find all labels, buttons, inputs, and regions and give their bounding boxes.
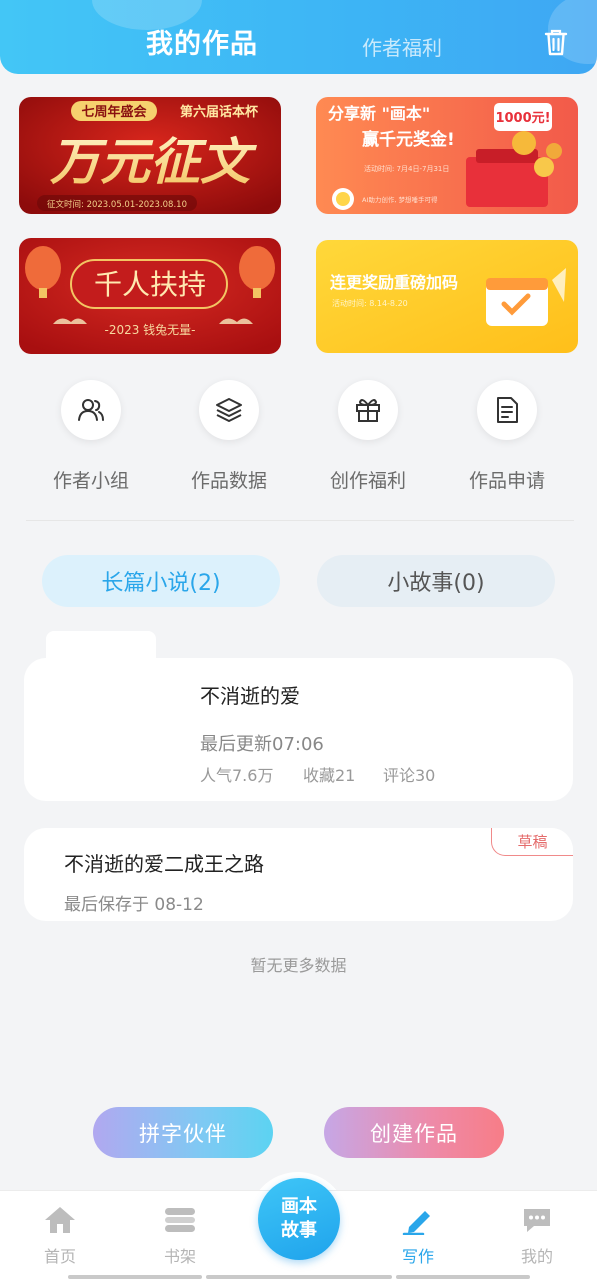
tab-author-welfare[interactable]: 作者福利 <box>362 32 442 61</box>
quick-creation-welfare[interactable]: 创作福利 <box>298 380 438 500</box>
banner-support-headline: 千人扶持 <box>94 268 206 301</box>
gesture-bar <box>206 1275 392 1279</box>
nav-write[interactable]: 写作 <box>378 1205 458 1267</box>
pen-icon <box>402 1211 430 1236</box>
banner-update-date: 活动时间: 8.14-8.20 <box>332 298 408 308</box>
work-favorites: 收藏21 <box>303 766 356 785</box>
top-header: 我的作品 作者福利 <box>0 0 597 74</box>
nav-label: 书架 <box>163 1247 196 1266</box>
banner-share-line2: 赢千元奖金! <box>362 129 455 150</box>
layers-icon <box>199 380 259 440</box>
nav-label: 写作 <box>401 1247 434 1266</box>
tab-my-works[interactable]: 我的作品 <box>146 22 258 61</box>
nav-story-button[interactable]: 画本 故事 <box>258 1178 340 1260</box>
quick-author-group[interactable]: 作者小组 <box>21 380 161 500</box>
draft-last-saved: 最后保存于 08-12 <box>64 895 204 915</box>
nav-label: 首页 <box>43 1247 76 1266</box>
banner-support[interactable]: 千人扶持 -2023 钱兔无量- <box>19 238 281 354</box>
quick-works-data[interactable]: 作品数据 <box>159 380 299 500</box>
banner-share-line1: 分享新 "画本" <box>328 104 430 123</box>
tab-long-novel[interactable]: 长篇小说(2) <box>42 555 280 607</box>
work-comments: 评论30 <box>383 766 436 785</box>
no-more-data: 暂无更多数据 <box>250 956 347 975</box>
nav-story-line1: 画本 <box>281 1196 317 1217</box>
users-icon <box>61 380 121 440</box>
chat-bubble-icon <box>524 1209 550 1232</box>
work-last-updated: 最后更新07:06 <box>200 734 324 755</box>
gesture-bar <box>68 1275 202 1279</box>
banner-support-sub: -2023 钱兔无量- <box>104 322 195 337</box>
trash-icon[interactable] <box>540 26 572 58</box>
banner-contest[interactable]: 七周年盛会 第六届话本杯 万元征文 征文时间: 2023.05.01-2023.… <box>19 97 281 214</box>
work-card[interactable]: 不消逝的爱 最后更新07:06 人气7.6万 收藏21 评论30 <box>24 658 573 801</box>
work-popularity: 人气7.6万 <box>200 766 274 785</box>
banner-share-date: 活动时间: 7月4日-7月31日 <box>364 164 449 173</box>
create-work-button[interactable]: 创建作品 <box>324 1107 504 1158</box>
banner-share-note: AI助力创作, 梦想唾手可得 <box>362 195 438 204</box>
banner-contest-headline: 万元征文 <box>50 132 258 191</box>
home-icon <box>45 1207 75 1233</box>
nav-label: 我的 <box>520 1247 553 1266</box>
banner-contest-cup: 第六届话本杯 <box>180 104 259 120</box>
banner-share-badge: 1000元! <box>495 111 550 126</box>
bookshelf-icon <box>165 1208 195 1232</box>
nav-story-line2: 故事 <box>281 1220 317 1241</box>
tab-short-story[interactable]: 小故事(0) <box>317 555 555 607</box>
nav-mine[interactable]: 我的 <box>497 1205 577 1267</box>
gesture-bar <box>396 1275 530 1279</box>
quick-label: 创作福利 <box>329 470 406 492</box>
banner-update-headline: 连更奖励重磅加码 <box>330 273 458 292</box>
draft-badge: 草稿 <box>491 828 573 856</box>
banner-contest-date: 征文时间: 2023.05.01-2023.08.10 <box>47 199 187 210</box>
quick-label: 作品数据 <box>190 470 267 492</box>
draft-title: 不消逝的爱二成王之路 <box>64 852 264 876</box>
nav-shelf[interactable]: 书架 <box>140 1205 220 1267</box>
work-title: 不消逝的爱 <box>200 684 300 708</box>
quick-label: 作品申请 <box>468 470 545 492</box>
gift-icon <box>338 380 398 440</box>
card-cover-tab <box>46 631 156 661</box>
banner-contest-tag: 七周年盛会 <box>81 104 147 120</box>
quick-works-apply[interactable]: 作品申请 <box>437 380 577 500</box>
spelling-partner-button[interactable]: 拼字伙伴 <box>93 1107 273 1158</box>
nav-home[interactable]: 首页 <box>20 1205 100 1267</box>
draft-card[interactable]: 不消逝的爱二成王之路 最后保存于 08-12 草稿 <box>24 828 573 921</box>
document-icon <box>477 380 537 440</box>
banner-share[interactable]: 分享新 "画本" 赢千元奖金! 活动时间: 7月4日-7月31日 AI助力创作,… <box>316 97 578 214</box>
banner-update-reward[interactable]: 连更奖励重磅加码 活动时间: 8.14-8.20 <box>316 240 578 353</box>
quick-label: 作者小组 <box>52 470 129 492</box>
section-divider <box>26 520 574 521</box>
